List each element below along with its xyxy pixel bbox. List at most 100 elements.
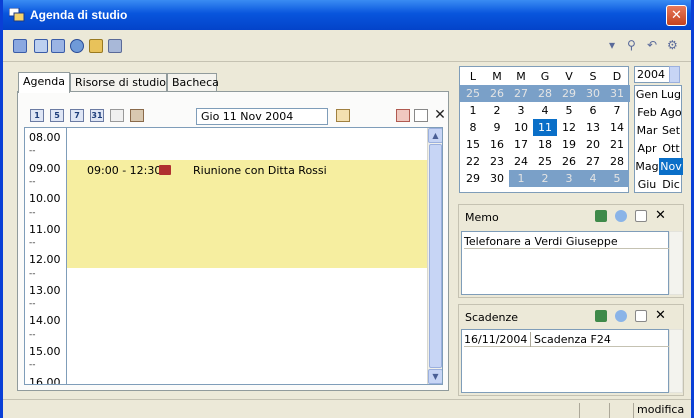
month-item[interactable]: Ago xyxy=(659,104,683,121)
month-item[interactable]: Gen xyxy=(635,86,659,103)
calendar-day[interactable]: 5 xyxy=(557,102,581,119)
scroll-down-button[interactable]: ▼ xyxy=(428,369,442,384)
month-item[interactable]: Apr xyxy=(635,140,659,157)
calendar-day[interactable]: 5 xyxy=(605,170,629,187)
tab-bacheca[interactable]: Bacheca xyxy=(167,73,219,92)
scadenze-scrollbar[interactable] xyxy=(669,329,683,393)
calendar-day[interactable]: 14 xyxy=(605,119,629,136)
book-icon[interactable] xyxy=(595,310,607,322)
month-item[interactable]: Mar xyxy=(635,122,659,139)
new-doc-icon[interactable] xyxy=(13,39,27,53)
calendar-day[interactable]: 18 xyxy=(533,136,557,153)
day-view-button[interactable]: 1 xyxy=(30,109,44,122)
calendar-day[interactable]: 24 xyxy=(509,153,533,170)
globe-icon[interactable] xyxy=(70,39,84,53)
calendar-picker-icon[interactable] xyxy=(336,109,350,122)
dropdown-arrow-icon[interactable]: ▾ xyxy=(609,38,615,52)
search-icon[interactable]: ⚲ xyxy=(627,38,636,52)
undo-icon[interactable]: ↶ xyxy=(647,38,657,52)
calendar-day[interactable]: 12 xyxy=(557,119,581,136)
delete-memo-icon[interactable]: ✕ xyxy=(655,209,667,222)
month-item-selected[interactable]: Nov xyxy=(659,158,683,175)
month-view-button[interactable]: 31 xyxy=(90,109,104,122)
calendar-day[interactable]: 21 xyxy=(605,136,629,153)
calendar-day[interactable]: 26 xyxy=(485,85,509,102)
month-item[interactable]: Giu xyxy=(635,176,659,193)
calendar-day[interactable]: 4 xyxy=(533,102,557,119)
calendar-day[interactable]: 28 xyxy=(533,85,557,102)
print-icon[interactable] xyxy=(51,39,65,53)
memo-scrollbar[interactable] xyxy=(669,231,683,295)
calendar-day[interactable]: 1 xyxy=(461,102,485,119)
calendar-day[interactable]: 29 xyxy=(557,85,581,102)
year-spinner[interactable] xyxy=(669,66,680,83)
appointment-block[interactable]: 09:00 - 12:30 Riunione con Ditta Rossi xyxy=(67,160,429,268)
delete-icon[interactable]: ✕ xyxy=(433,108,447,122)
calendar-day[interactable]: 3 xyxy=(509,102,533,119)
calendar-day[interactable]: 30 xyxy=(485,170,509,187)
memo-list[interactable]: Telefonare a Verdi Giuseppe xyxy=(461,231,669,295)
calendar-day[interactable]: 19 xyxy=(557,136,581,153)
calendar-day[interactable]: 15 xyxy=(461,136,485,153)
calendar-day[interactable]: 26 xyxy=(557,153,581,170)
calendar-day[interactable]: 2 xyxy=(485,102,509,119)
edit-doc-icon[interactable] xyxy=(34,39,48,53)
delete-deadline-icon[interactable]: ✕ xyxy=(655,309,667,322)
month-item[interactable]: Feb xyxy=(635,104,659,121)
month-item[interactable]: Lug xyxy=(659,86,683,103)
calendar-day[interactable]: 30 xyxy=(581,85,605,102)
calendar-day[interactable]: 13 xyxy=(581,119,605,136)
settings-icon[interactable]: ⚙ xyxy=(667,38,678,52)
calendar-day[interactable]: 28 xyxy=(605,153,629,170)
calendar-day[interactable]: 27 xyxy=(581,153,605,170)
calendar-day[interactable]: 22 xyxy=(461,153,485,170)
calendar-day[interactable]: 23 xyxy=(485,153,509,170)
new-note-icon[interactable] xyxy=(635,310,647,322)
calendar-day[interactable]: 10 xyxy=(509,119,533,136)
work-week-view-button[interactable]: 5 xyxy=(50,109,64,122)
people-icon[interactable] xyxy=(130,109,144,122)
month-item[interactable]: Dic xyxy=(659,176,683,193)
calendar-day-selected[interactable]: 11 xyxy=(533,119,557,136)
date-field[interactable]: Gio 11 Nov 2004 xyxy=(196,108,328,125)
title-bar[interactable]: Agenda di studio ✕ xyxy=(3,0,691,30)
scroll-thumb[interactable] xyxy=(429,144,442,368)
edit-appointment-icon[interactable] xyxy=(396,109,410,122)
month-item[interactable]: Set xyxy=(659,122,683,139)
scroll-up-button[interactable]: ▲ xyxy=(428,128,442,143)
filter-icon[interactable] xyxy=(110,109,124,122)
month-item[interactable]: Ott xyxy=(659,140,683,157)
calendar-day[interactable]: 17 xyxy=(509,136,533,153)
calendar-day[interactable]: 20 xyxy=(581,136,605,153)
month-item[interactable]: Mag xyxy=(635,158,659,175)
tab-risorse-di-studio[interactable]: Risorse di studio xyxy=(70,73,167,92)
calendar-day[interactable]: 9 xyxy=(485,119,509,136)
calendar-day[interactable]: 27 xyxy=(509,85,533,102)
scadenze-list[interactable]: 16/11/2004 Scadenza F24 xyxy=(461,329,669,393)
calendar-day[interactable]: 7 xyxy=(605,102,629,119)
week-view-button[interactable]: 7 xyxy=(70,109,84,122)
new-note-icon[interactable] xyxy=(635,210,647,222)
zoom-icon[interactable] xyxy=(615,210,627,222)
calendar-day[interactable]: 4 xyxy=(581,170,605,187)
zoom-icon[interactable] xyxy=(615,310,627,322)
key-icon[interactable] xyxy=(108,39,122,53)
calendar-day[interactable]: 3 xyxy=(557,170,581,187)
calendar-day[interactable]: 2 xyxy=(533,170,557,187)
close-button[interactable]: ✕ xyxy=(666,5,687,26)
book-icon[interactable] xyxy=(595,210,607,222)
folder-icon[interactable] xyxy=(89,39,103,53)
new-appointment-icon[interactable] xyxy=(414,109,428,122)
calendar-day[interactable]: 16 xyxy=(485,136,509,153)
memo-item[interactable]: Telefonare a Verdi Giuseppe xyxy=(464,234,669,249)
tab-agenda[interactable]: Agenda xyxy=(18,72,70,93)
schedule-scrollbar[interactable]: ▲ ▼ xyxy=(427,128,442,384)
calendar-day[interactable]: 31 xyxy=(605,85,629,102)
calendar-day[interactable]: 6 xyxy=(581,102,605,119)
calendar-day[interactable]: 1 xyxy=(509,170,533,187)
calendar-day[interactable]: 25 xyxy=(533,153,557,170)
day-schedule-grid[interactable]: 08.00 -- 09.00 -- 10.00 -- 11.00 -- 12.0… xyxy=(24,127,443,385)
calendar-day[interactable]: 25 xyxy=(461,85,485,102)
calendar-day[interactable]: 8 xyxy=(461,119,485,136)
calendar-day[interactable]: 29 xyxy=(461,170,485,187)
